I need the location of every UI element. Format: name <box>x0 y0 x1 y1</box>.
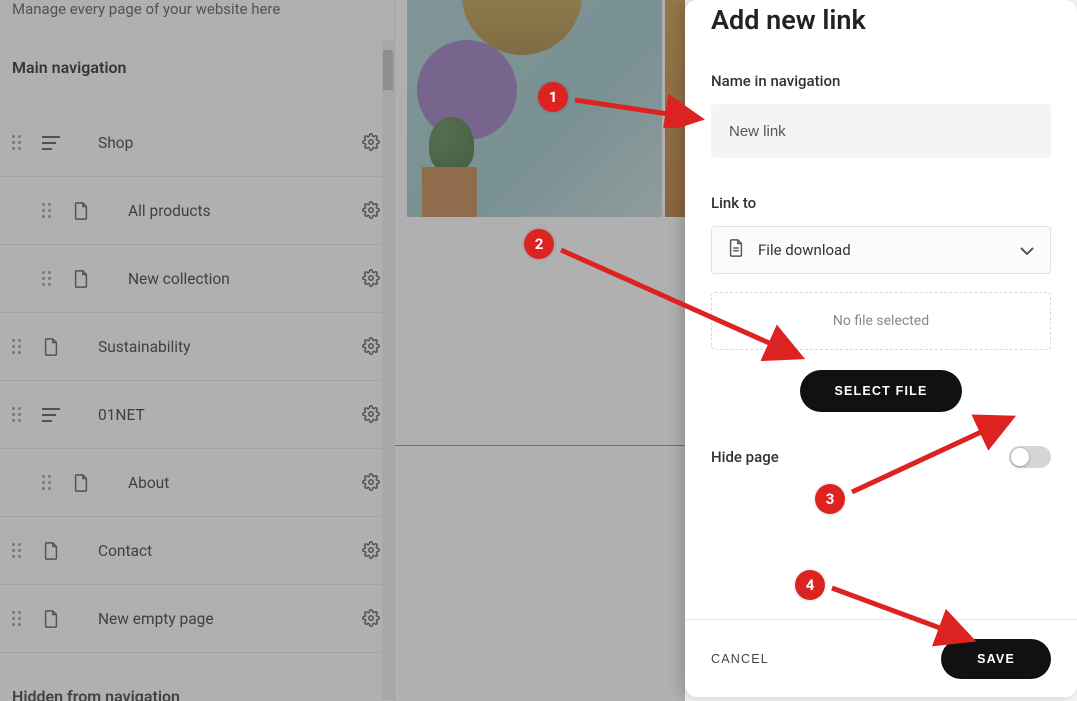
page-icon <box>70 202 92 220</box>
gear-icon[interactable] <box>362 405 382 425</box>
nav-item-contact[interactable]: Contact <box>0 517 394 585</box>
dropzone-placeholder-text: No file selected <box>833 313 929 329</box>
cancel-button[interactable]: CANCEL <box>711 652 769 666</box>
drag-handle-icon[interactable] <box>12 339 22 354</box>
drag-handle-icon[interactable] <box>12 543 22 558</box>
menu-lines-icon <box>40 408 62 422</box>
hide-page-label: Hide page <box>711 448 779 466</box>
drag-handle-icon[interactable] <box>12 611 22 626</box>
annotation-arrow-1 <box>570 88 710 132</box>
section-title-hidden-nav: Hidden from navigation <box>12 687 180 701</box>
annotation-arrow-2 <box>556 240 816 374</box>
gear-icon[interactable] <box>362 609 382 629</box>
sidebar-subtitle: Manage every page of your website here <box>12 0 382 18</box>
name-in-navigation-input[interactable] <box>711 104 1051 158</box>
nav-item-label: Shop <box>80 134 344 152</box>
annotation-badge-2: 2 <box>524 229 554 259</box>
gear-icon[interactable] <box>362 541 382 561</box>
page-navigation-sidebar: Manage every page of your website here M… <box>0 0 395 701</box>
panel-title: Add new link <box>711 0 1051 36</box>
annotation-arrow-3 <box>847 410 1027 504</box>
nav-item-shop[interactable]: Shop <box>0 109 394 177</box>
menu-lines-icon <box>40 136 62 150</box>
preview-section-divider <box>395 445 685 446</box>
nav-item-01net[interactable]: 01NET <box>0 381 394 449</box>
page-icon <box>40 610 62 628</box>
gear-icon[interactable] <box>362 337 382 357</box>
nav-item-label: All products <box>110 202 344 220</box>
nav-item-label: New empty page <box>80 610 344 628</box>
nav-item-about[interactable]: About <box>0 449 394 517</box>
nav-item-sustainability[interactable]: Sustainability <box>0 313 394 381</box>
drag-handle-icon[interactable] <box>42 271 52 286</box>
preview-plant-leaf-shape <box>429 117 474 172</box>
annotation-badge-3: 3 <box>815 484 845 514</box>
nav-item-all-products[interactable]: All products <box>0 177 394 245</box>
drag-handle-icon[interactable] <box>42 203 52 218</box>
page-icon <box>70 270 92 288</box>
nav-item-label: New collection <box>110 270 344 288</box>
select-file-button[interactable]: SELECT FILE <box>800 370 961 412</box>
annotation-badge-4: 4 <box>795 570 825 600</box>
annotation-arrow-4 <box>827 578 987 662</box>
page-icon <box>70 474 92 492</box>
gear-icon[interactable] <box>362 201 382 221</box>
nav-item-label: 01NET <box>80 406 344 424</box>
drag-handle-icon[interactable] <box>42 475 52 490</box>
page-icon <box>40 542 62 560</box>
sidebar-scrollbar[interactable] <box>382 40 394 700</box>
nav-item-new-collection[interactable]: New collection <box>0 245 394 313</box>
nav-item-list: Shop All products New collection <box>0 109 394 653</box>
drag-handle-icon[interactable] <box>12 407 22 422</box>
nav-item-label: Contact <box>80 542 344 560</box>
nav-item-label: About <box>110 474 344 492</box>
drag-handle-icon[interactable] <box>12 135 22 150</box>
nav-item-label: Sustainability <box>80 338 344 356</box>
chevron-down-icon <box>1020 241 1034 259</box>
scrollbar-thumb[interactable] <box>383 50 393 90</box>
name-in-navigation-label: Name in navigation <box>711 72 1051 90</box>
section-title-main-nav: Main navigation <box>12 58 382 77</box>
gear-icon[interactable] <box>362 473 382 493</box>
nav-item-new-empty-page[interactable]: New empty page <box>0 585 394 653</box>
annotation-badge-1: 1 <box>538 82 568 112</box>
gear-icon[interactable] <box>362 269 382 289</box>
page-icon <box>40 338 62 356</box>
gear-icon[interactable] <box>362 133 382 153</box>
preview-plant-pot-shape <box>422 167 477 217</box>
link-to-label: Link to <box>711 194 1051 212</box>
